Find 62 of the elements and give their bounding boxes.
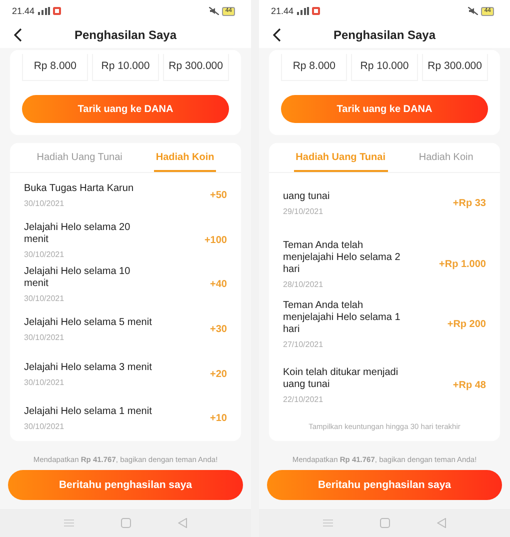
status-time: 21.44 <box>12 6 35 16</box>
reward-title: Buka Tugas Harta Karun <box>24 182 135 195</box>
reward-title: Koin telah ditukar menjadi uang tunai <box>283 367 400 392</box>
reward-amount: +50 <box>210 190 227 201</box>
status-time: 21.44 <box>271 6 294 16</box>
reward-title: Jelajahi Helo selama 3 menit <box>24 362 153 374</box>
reward-date: 30/10/2021 <box>24 378 66 387</box>
back-nav-icon[interactable] <box>437 518 446 528</box>
signal-icon <box>296 7 309 15</box>
reward-title: Jelajahi Helo selama 20 menit <box>24 222 132 246</box>
reward-date: 29/10/2021 <box>283 206 324 216</box>
amount-option[interactable]: Rp 8.000 <box>281 54 348 81</box>
amount-option[interactable]: Rp 10.000 <box>351 54 418 81</box>
reward-amount: +20 <box>210 368 227 380</box>
amount-option[interactable]: Rp 300.000 <box>422 54 488 81</box>
reward-amount: +30 <box>210 324 227 335</box>
reward-amount: +Rp 1.000 <box>439 258 486 270</box>
reward-date: 27/10/2021 <box>283 340 324 350</box>
home-icon[interactable] <box>380 518 390 528</box>
reward-amount: +100 <box>204 234 227 246</box>
reward-tab[interactable]: Hadiah Uang Tunai <box>294 143 388 172</box>
notification-icon <box>312 7 320 15</box>
amount-option[interactable]: Rp 300.000 <box>162 54 229 81</box>
reward-tab[interactable]: Hadiah Koin <box>154 143 216 172</box>
reward-amount: +Rp 200 <box>447 319 486 330</box>
reward-date: 30/10/2021 <box>24 422 66 432</box>
reward-amount: +Rp 48 <box>452 380 486 392</box>
menu-icon[interactable] <box>322 519 333 527</box>
reward-amount: +Rp 33 <box>452 198 486 209</box>
reward-tab[interactable]: Hadiah Uang Tunai <box>34 143 124 172</box>
reward-amount: +10 <box>210 413 227 424</box>
back-icon[interactable] <box>273 28 281 42</box>
back-icon[interactable] <box>14 28 22 42</box>
withdraw-button[interactable]: Tarik uang ke DANA <box>281 95 488 123</box>
reward-title: uang tunai <box>283 190 331 203</box>
reward-date: 30/10/2021 <box>24 332 66 342</box>
page-title: Penghasilan Saya <box>74 28 177 42</box>
signal-icon <box>38 7 50 15</box>
menu-icon[interactable] <box>64 519 74 527</box>
withdraw-button[interactable]: Tarik uang ke DANA <box>22 95 229 123</box>
share-button[interactable]: Beritahu penghasilan saya <box>8 470 243 500</box>
reward-date: 22/10/2021 <box>283 395 324 404</box>
reward-tab[interactable]: Hadiah Koin <box>416 143 476 172</box>
notification-icon <box>52 7 61 15</box>
reward-title: Jelajahi Helo selama 10 menit <box>24 266 132 290</box>
page-title: Penghasilan Saya <box>333 28 436 42</box>
reward-date: 30/10/2021 <box>24 250 66 258</box>
reward-date: 30/10/2021 <box>24 294 66 304</box>
reward-title: Jelajahi Helo selama 1 menit <box>24 406 153 418</box>
reward-amount: +40 <box>210 279 227 290</box>
home-icon[interactable] <box>120 518 131 528</box>
reward-date: 30/10/2021 <box>24 198 66 208</box>
reward-title: Teman Anda telah menjelajahi Helo selama 2 hari <box>283 240 402 276</box>
mute-icon <box>468 7 478 15</box>
mute-icon <box>209 7 220 15</box>
amount-option[interactable]: Rp 8.000 <box>22 54 88 81</box>
amount-option[interactable]: Rp 10.000 <box>92 54 159 81</box>
share-button[interactable]: Beritahu penghasilan saya <box>267 470 502 500</box>
back-nav-icon[interactable] <box>178 518 188 528</box>
reward-title: Teman Anda telah menjelajahi Helo selama 1 hari <box>283 300 402 336</box>
reward-title: Jelajahi Helo selama 5 menit <box>24 316 153 329</box>
reward-date: 28/10/2021 <box>283 280 324 289</box>
